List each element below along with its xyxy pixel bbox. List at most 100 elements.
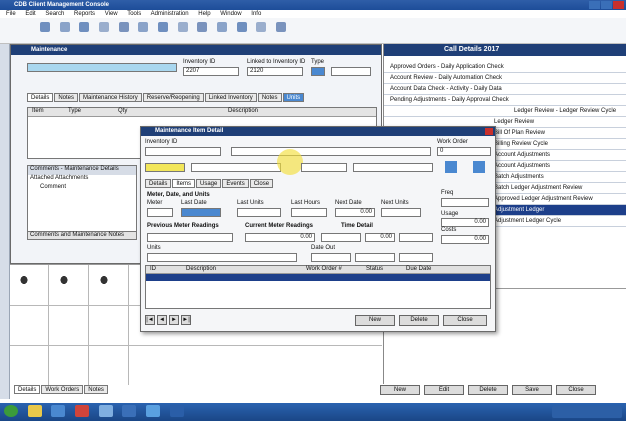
dialog-close-icon[interactable] <box>485 128 493 135</box>
bottom-edit-button[interactable]: Edit <box>424 385 464 395</box>
current-meter-field[interactable]: 0.00 <box>245 233 315 242</box>
console-icon[interactable] <box>169 405 184 417</box>
description-field[interactable] <box>231 147 431 156</box>
print-icon[interactable] <box>99 22 110 32</box>
menu-edit[interactable]: Edit <box>25 11 35 17</box>
tab-notes[interactable]: Notes <box>54 93 79 102</box>
last-units-field[interactable] <box>237 208 281 217</box>
explorer-icon[interactable] <box>27 405 42 417</box>
menu-info[interactable]: Info <box>251 11 261 17</box>
last-date-field[interactable] <box>181 208 221 217</box>
extra-field[interactable] <box>331 67 371 76</box>
app-icon[interactable] <box>98 405 113 417</box>
bottom-save-button[interactable]: Save <box>512 385 552 395</box>
list-item[interactable]: Ledger Review - Ledger Review Cycle <box>384 106 626 117</box>
menu-help[interactable]: Help <box>198 11 210 17</box>
delete-button[interactable]: Delete <box>399 315 439 326</box>
undo-icon[interactable] <box>177 22 188 32</box>
out-toggle[interactable] <box>473 161 485 173</box>
units-value-field[interactable] <box>147 253 297 262</box>
close-button[interactable]: Close <box>443 315 487 326</box>
menu-reports[interactable]: Reports <box>74 11 95 17</box>
refresh-icon[interactable] <box>236 22 247 32</box>
tab-linked[interactable]: Linked Inventory <box>204 93 257 102</box>
cut-icon[interactable] <box>118 22 129 32</box>
costs-field[interactable]: 0.00 <box>441 235 489 244</box>
list-item[interactable]: Pending Adjustments - Daily Approval Che… <box>384 95 626 106</box>
item-field[interactable] <box>27 63 177 72</box>
table-row-selected[interactable] <box>146 274 490 281</box>
last-record-icon[interactable]: ►| <box>181 315 191 325</box>
tab-reserve[interactable]: Reserve/Reopening <box>142 93 204 102</box>
tab-details[interactable]: Details <box>27 93 54 102</box>
freq-field[interactable] <box>441 198 489 207</box>
menu-tools[interactable]: Tools <box>127 11 141 17</box>
list-item[interactable]: Approved Orders - Daily Application Chec… <box>384 62 626 73</box>
media-icon[interactable] <box>122 405 137 417</box>
prev-meter-field[interactable] <box>147 233 233 242</box>
work-order-field[interactable]: 0 <box>437 147 491 156</box>
tab-dialog-close[interactable]: Close <box>249 179 274 188</box>
tab-bottom-details[interactable]: Details <box>14 385 41 394</box>
time-in-field[interactable]: 0.00 <box>365 233 395 242</box>
filter-icon[interactable] <box>217 22 228 32</box>
menu-window[interactable]: Window <box>220 11 241 17</box>
tab-notes-2[interactable]: Notes <box>257 93 282 102</box>
date-extra-field[interactable] <box>399 253 433 262</box>
report-icon[interactable] <box>256 22 267 32</box>
new-button[interactable]: New <box>355 315 395 326</box>
paste-icon[interactable] <box>158 22 169 32</box>
new-icon[interactable] <box>40 22 50 32</box>
menu-administration[interactable]: Administration <box>151 11 189 17</box>
bottom-delete-button[interactable]: Delete <box>468 385 508 395</box>
next-units-field[interactable] <box>381 208 421 217</box>
usage-field[interactable]: 0.00 <box>441 218 489 227</box>
copy-icon[interactable] <box>138 22 149 32</box>
menu-file[interactable]: File <box>6 11 16 17</box>
mail-icon[interactable] <box>75 405 90 417</box>
meter-value-field[interactable] <box>147 208 173 217</box>
tab-dialog-usage[interactable]: Usage <box>196 179 222 188</box>
inventory-field[interactable] <box>145 147 221 156</box>
comment-row[interactable]: Comment <box>28 184 136 193</box>
meter-field[interactable] <box>145 163 185 172</box>
next-record-icon[interactable]: ► <box>169 315 179 325</box>
list-item[interactable]: Account Data Check - Activity - Daily Da… <box>384 84 626 95</box>
last-hours-field[interactable] <box>291 208 327 217</box>
settings-icon[interactable] <box>146 405 161 417</box>
tab-units[interactable]: Units <box>282 93 305 102</box>
close-icon[interactable] <box>613 1 624 9</box>
date-field[interactable] <box>191 163 281 172</box>
menu-search[interactable]: Search <box>45 11 64 17</box>
bottom-close-button[interactable]: Close <box>556 385 596 395</box>
browser-icon[interactable] <box>51 405 66 417</box>
time-out-field[interactable] <box>321 233 361 242</box>
hours-field[interactable] <box>353 163 433 172</box>
tab-history[interactable]: Maintenance History <box>79 93 142 102</box>
find-icon[interactable] <box>197 22 208 32</box>
status-toggle[interactable] <box>445 161 457 173</box>
start-icon[interactable] <box>4 405 18 417</box>
help-icon[interactable] <box>276 22 287 32</box>
prev-record-icon[interactable]: ◄ <box>157 315 167 325</box>
next-date-field[interactable]: 0.00 <box>335 208 375 217</box>
time-detail-field[interactable] <box>399 233 433 242</box>
save-icon[interactable] <box>79 22 90 32</box>
date-out-field[interactable] <box>311 253 351 262</box>
open-icon[interactable] <box>59 22 70 32</box>
tab-dialog-details[interactable]: Details <box>145 179 172 188</box>
linked-inventory-field[interactable]: 2120 <box>247 67 303 76</box>
maximize-icon[interactable] <box>601 1 612 9</box>
bottom-new-button[interactable]: New <box>380 385 420 395</box>
first-record-icon[interactable]: |◄ <box>145 315 155 325</box>
date-in-field[interactable] <box>355 253 395 262</box>
list-item[interactable]: Account Review - Daily Automation Check <box>384 73 626 84</box>
type-field[interactable] <box>311 67 325 76</box>
inventory-id-field[interactable]: 2207 <box>183 67 239 76</box>
units-field[interactable] <box>301 163 347 172</box>
tab-dialog-events[interactable]: Events <box>222 179 249 188</box>
menu-view[interactable]: View <box>105 11 118 17</box>
tab-bottom-notes[interactable]: Notes <box>84 385 108 394</box>
tab-dialog-items[interactable]: Items <box>172 179 196 188</box>
tab-bottom-work-orders[interactable]: Work Orders <box>41 385 84 394</box>
